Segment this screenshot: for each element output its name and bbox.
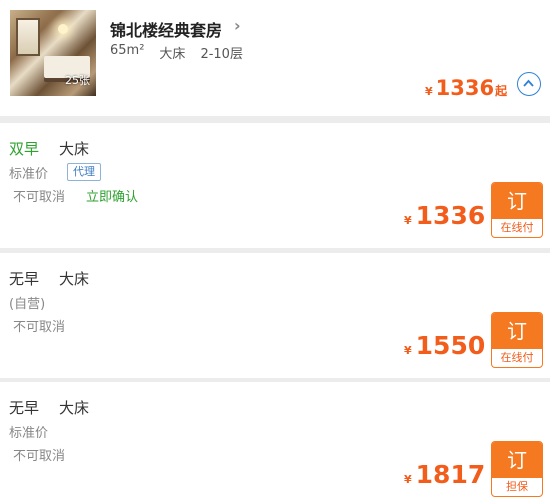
cancel-policy: 不可取消 [13,190,66,205]
cancel-policy: 不可取消 [13,449,66,464]
book-label: 订 [492,442,542,478]
rate-type: (自营) [9,297,46,312]
from-price: ¥ 1336 起 [425,76,507,100]
price-amount: 1336 [415,201,486,230]
photo-window-detail [16,18,40,56]
book-button[interactable]: 订 在线付 [491,182,543,238]
chevron-right-icon[interactable]: › [234,16,241,35]
plan-price: ¥ 1550 [404,331,485,360]
room-header[interactable]: 25张 锦北楼经典套房 › 65m² 大床 2-10层 ¥ 1336 起 [0,0,550,116]
currency-symbol: ¥ [404,473,412,486]
breakfast-label: 无早 [9,270,40,288]
book-label: 订 [492,183,542,219]
room-photo[interactable]: 25张 [10,10,96,96]
price-amount: 1817 [415,460,486,489]
currency-symbol: ¥ [404,214,412,227]
photo-lamp-detail [58,24,68,34]
room-title[interactable]: 锦北楼经典套房 [110,17,222,41]
bed-label: 大床 [59,270,90,288]
rate-plan: 无早 大床 标准价 不可取消 ¥ 1817 订 担保 [0,382,550,500]
instant-confirm: 立即确认 [86,190,139,205]
rate-plan: 双早 大床 标准价 代理 不可取消 立即确认 ¥ 1336 订 在线付 [0,123,550,248]
rate-type: 标准价 [9,426,49,441]
from-price-amount: 1336 [435,76,495,100]
photo-count: 25张 [65,74,90,87]
payment-type: 在线付 [500,351,534,364]
bed-label: 大床 [59,140,90,158]
rate-plan: 无早 大床 (自营) 不可取消 ¥ 1550 订 在线付 [0,253,550,378]
chevron-up-icon [523,79,534,87]
breakfast-label: 双早 [9,140,40,158]
collapse-button[interactable] [517,72,541,96]
room-area: 65m² [110,43,145,58]
plan-price: ¥ 1817 [404,460,485,489]
rate-type: 标准价 [9,167,49,182]
currency-symbol: ¥ [404,344,412,357]
breakfast-label: 无早 [9,399,40,417]
payment-type: 在线付 [500,221,534,234]
book-button[interactable]: 订 在线付 [491,312,543,368]
bed-label: 大床 [59,399,90,417]
payment-type: 担保 [506,480,528,493]
room-floor: 2-10层 [200,47,243,62]
room-specs: 65m² 大床 2-10层 [110,43,243,62]
price-amount: 1550 [415,331,486,360]
room-bed: 大床 [159,47,186,62]
plan-price: ¥ 1336 [404,201,485,230]
from-price-suffix: 起 [495,84,508,98]
agent-tag: 代理 [67,163,101,181]
cancel-policy: 不可取消 [13,320,66,335]
book-label: 订 [492,313,542,349]
currency-symbol: ¥ [425,85,433,98]
book-button[interactable]: 订 担保 [491,441,543,497]
